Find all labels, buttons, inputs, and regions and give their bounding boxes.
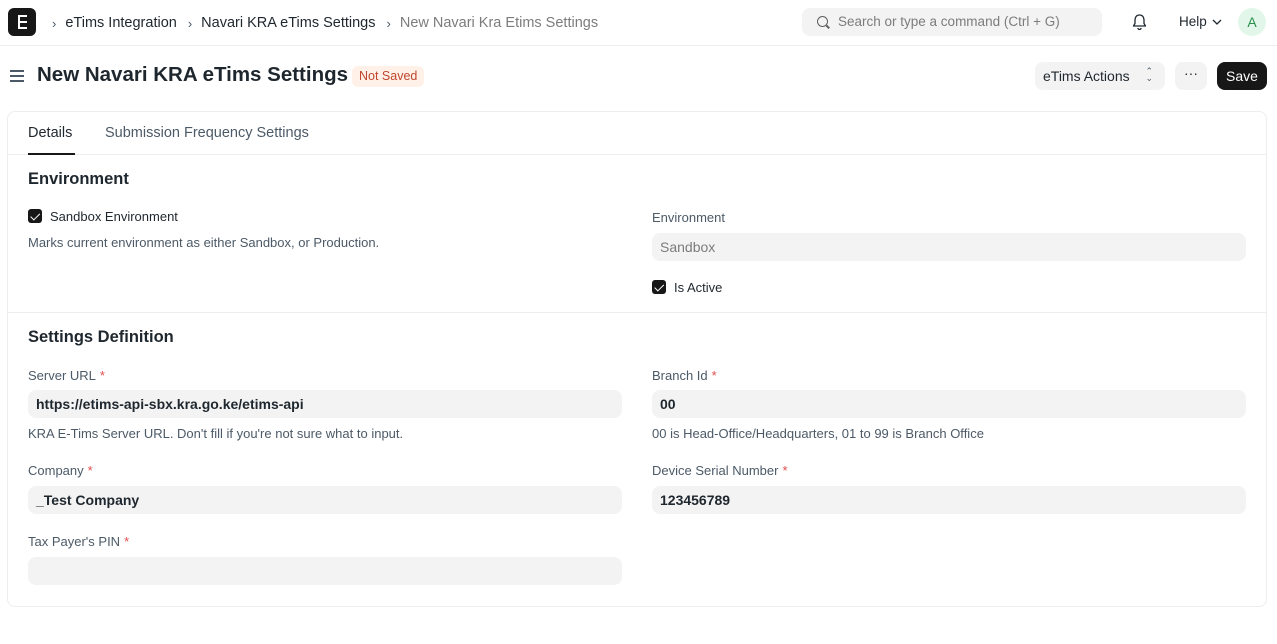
tab-submission-frequency-settings[interactable]: Submission Frequency Settings xyxy=(105,125,309,141)
save-button[interactable]: Save xyxy=(1217,62,1267,90)
server-url-field[interactable]: https://etims-api-sbx.kra.go.ke/etims-ap… xyxy=(28,390,622,418)
chevron-right-icon: › xyxy=(52,15,57,31)
search-icon xyxy=(817,16,828,27)
company-field[interactable]: _Test Company xyxy=(28,486,622,514)
chevron-right-icon: › xyxy=(187,15,193,31)
device-serial-number-field[interactable]: 123456789 xyxy=(652,486,1246,514)
search-placeholder: Search or type a command (Ctrl + G) xyxy=(838,14,1060,29)
breadcrumb-item-settings-list[interactable]: Navari KRA eTims Settings xyxy=(201,15,375,31)
etims-actions-button[interactable]: eTims Actions ⌃ ⌄ xyxy=(1035,62,1165,90)
required-marker: * xyxy=(782,463,788,478)
tax-payer-pin-field[interactable] xyxy=(28,557,622,585)
help-label: Help xyxy=(1179,14,1207,29)
search-input[interactable]: Search or type a command (Ctrl + G) xyxy=(802,8,1102,36)
breadcrumb-item-etims-integration[interactable]: eTims Integration xyxy=(65,15,176,31)
page-title: New Navari KRA eTims Settings xyxy=(37,63,349,86)
required-marker: * xyxy=(124,534,130,549)
tax-payer-pin-label: Tax Payer's PIN * xyxy=(28,534,130,549)
avatar[interactable]: A xyxy=(1238,8,1266,36)
environment-field: Sandbox xyxy=(652,233,1246,261)
help-dropdown[interactable]: Help xyxy=(1179,14,1222,29)
branch-id-label: Branch Id * xyxy=(652,368,717,383)
chevron-right-icon: › xyxy=(386,15,391,31)
form-card: Details Submission Frequency Settings En… xyxy=(7,111,1267,607)
top-navbar: › eTims Integration › Navari KRA eTims S… xyxy=(0,0,1277,46)
branch-id-description: 00 is Head-Office/Headquarters, 01 to 99… xyxy=(652,426,984,441)
required-marker: * xyxy=(711,368,717,383)
is-active-label: Is Active xyxy=(674,280,723,295)
sandbox-environment-description: Marks current environment as either Sand… xyxy=(28,235,380,250)
environment-field-label: Environment xyxy=(652,210,725,225)
required-marker: * xyxy=(99,368,105,383)
required-marker: * xyxy=(87,463,93,478)
app-logo[interactable] xyxy=(8,8,36,36)
server-url-label: Server URL * xyxy=(28,368,105,383)
sandbox-environment-label: Sandbox Environment xyxy=(50,209,178,224)
is-active-checkbox[interactable] xyxy=(652,280,666,294)
chevron-down-icon xyxy=(1212,19,1222,25)
status-badge: Not Saved xyxy=(352,66,425,87)
etims-actions-label: eTims Actions xyxy=(1043,68,1130,84)
notification-bell-icon[interactable] xyxy=(1131,13,1148,31)
section-divider xyxy=(8,312,1266,313)
sandbox-environment-checkbox[interactable] xyxy=(28,209,42,223)
sidebar-toggle-icon[interactable] xyxy=(10,69,24,83)
section-title-environment: Environment xyxy=(28,170,129,188)
breadcrumb-item-current: New Navari Kra Etims Settings xyxy=(399,15,599,31)
more-actions-button[interactable]: ··· xyxy=(1175,62,1207,90)
device-serial-number-label: Device Serial Number * xyxy=(652,463,788,478)
breadcrumb: › eTims Integration › Navari KRA eTims S… xyxy=(52,13,609,33)
tab-details[interactable]: Details xyxy=(28,125,72,141)
active-tab-indicator xyxy=(28,153,75,155)
server-url-description: KRA E-Tims Server URL. Don't fill if you… xyxy=(28,426,404,441)
form-tabs: Details Submission Frequency Settings xyxy=(8,112,1266,155)
select-caret-icon: ⌃ ⌄ xyxy=(1145,66,1153,83)
branch-id-field[interactable]: 00 xyxy=(652,390,1246,418)
section-title-settings-definition: Settings Definition xyxy=(28,328,174,346)
company-label: Company * xyxy=(28,463,93,478)
